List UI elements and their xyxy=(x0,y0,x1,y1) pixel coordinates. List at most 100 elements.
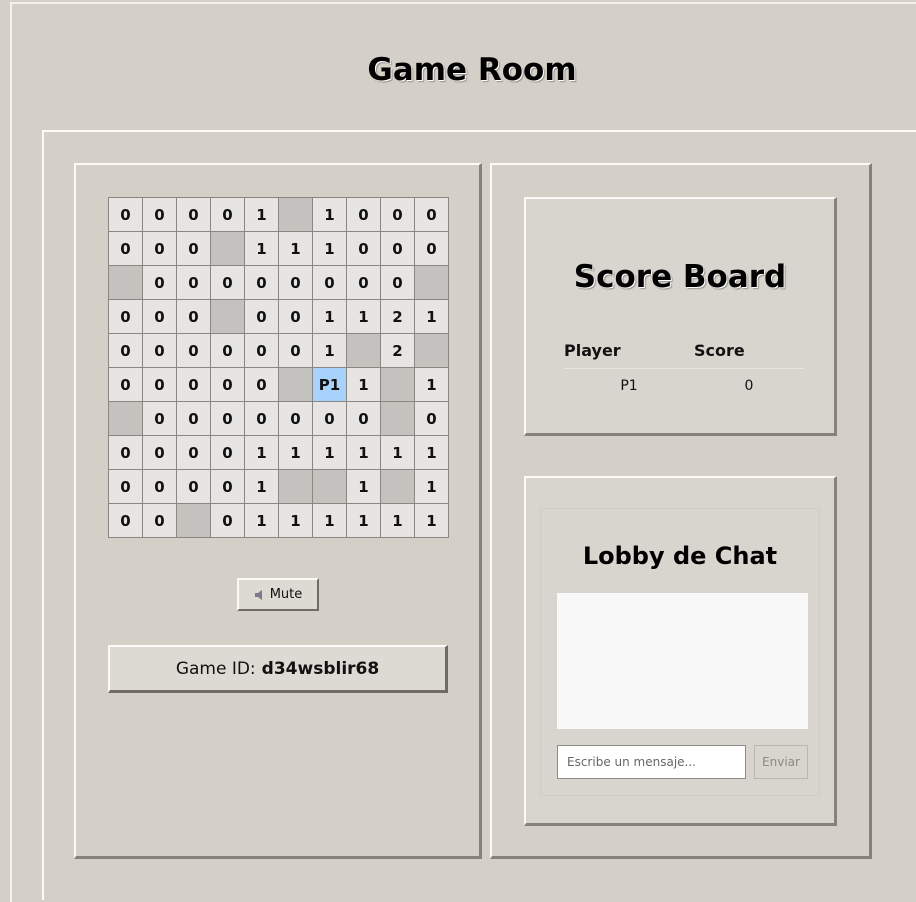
board-cell[interactable]: 0 xyxy=(177,470,211,504)
board-cell[interactable]: 1 xyxy=(381,436,415,470)
board-cell[interactable] xyxy=(347,334,381,368)
board-cell[interactable]: 0 xyxy=(143,334,177,368)
board-cell[interactable]: 0 xyxy=(279,334,313,368)
board-cell[interactable]: 1 xyxy=(279,232,313,266)
board-cell[interactable] xyxy=(279,198,313,232)
board-cell[interactable]: 0 xyxy=(143,232,177,266)
board-cell[interactable]: 0 xyxy=(143,436,177,470)
board-cell[interactable]: 0 xyxy=(415,402,449,436)
board-cell[interactable]: 1 xyxy=(415,504,449,538)
board-cell[interactable]: 0 xyxy=(177,300,211,334)
board-cell[interactable]: 0 xyxy=(211,402,245,436)
board-cell[interactable]: 0 xyxy=(245,334,279,368)
board-cell[interactable]: 0 xyxy=(143,504,177,538)
board-cell[interactable]: 2 xyxy=(381,300,415,334)
board-cell[interactable]: 0 xyxy=(143,470,177,504)
board-cell[interactable]: 1 xyxy=(245,198,279,232)
board-cell[interactable]: 0 xyxy=(143,402,177,436)
board-cell[interactable]: 0 xyxy=(109,368,143,402)
board-cell[interactable]: 0 xyxy=(109,232,143,266)
board-cell[interactable]: 0 xyxy=(279,300,313,334)
board-cell[interactable]: 1 xyxy=(245,232,279,266)
board-cell[interactable] xyxy=(415,334,449,368)
board-cell[interactable] xyxy=(313,470,347,504)
send-button[interactable]: Enviar xyxy=(754,745,808,779)
board-cell[interactable]: 0 xyxy=(245,402,279,436)
board-cell[interactable]: 0 xyxy=(211,198,245,232)
board-cell[interactable] xyxy=(211,300,245,334)
board-cell[interactable]: 1 xyxy=(313,504,347,538)
board-cell[interactable]: 0 xyxy=(347,266,381,300)
board-cell[interactable]: 1 xyxy=(313,300,347,334)
board-cell[interactable]: 0 xyxy=(245,300,279,334)
board-cell[interactable]: 0 xyxy=(109,198,143,232)
board-cell[interactable]: 0 xyxy=(177,334,211,368)
board-cell[interactable]: 0 xyxy=(313,266,347,300)
board-cell[interactable] xyxy=(381,368,415,402)
board-cell[interactable]: 0 xyxy=(143,266,177,300)
mute-button[interactable]: Mute xyxy=(237,578,319,611)
board-cell[interactable]: 0 xyxy=(347,198,381,232)
board-cell[interactable]: 1 xyxy=(313,436,347,470)
board-cell[interactable] xyxy=(211,232,245,266)
board-cell[interactable]: 0 xyxy=(381,232,415,266)
board-cell[interactable]: 1 xyxy=(245,436,279,470)
chat-message-input[interactable] xyxy=(557,745,746,779)
board-cell[interactable]: 0 xyxy=(177,198,211,232)
board-cell[interactable]: 1 xyxy=(347,504,381,538)
board-cell[interactable]: 0 xyxy=(211,266,245,300)
board-cell[interactable]: 0 xyxy=(109,436,143,470)
board-cell[interactable]: 1 xyxy=(415,436,449,470)
board-cell[interactable]: 1 xyxy=(347,368,381,402)
board-cell[interactable]: 0 xyxy=(211,368,245,402)
board-cell[interactable]: 0 xyxy=(245,266,279,300)
board-cell[interactable] xyxy=(177,504,211,538)
board-cell[interactable]: 0 xyxy=(415,232,449,266)
board-cell[interactable]: 1 xyxy=(313,198,347,232)
board-cell[interactable]: 1 xyxy=(245,504,279,538)
board-cell[interactable] xyxy=(279,368,313,402)
board-cell[interactable]: 0 xyxy=(109,470,143,504)
board-cell[interactable]: 0 xyxy=(177,266,211,300)
board-cell[interactable]: 0 xyxy=(109,300,143,334)
board-cell[interactable]: 1 xyxy=(381,504,415,538)
board-cell[interactable]: 1 xyxy=(347,470,381,504)
board-cell[interactable]: 0 xyxy=(143,300,177,334)
board-cell[interactable] xyxy=(279,470,313,504)
board-cell[interactable]: 1 xyxy=(245,470,279,504)
board-cell[interactable]: 0 xyxy=(347,402,381,436)
board-cell[interactable]: 0 xyxy=(211,504,245,538)
board-cell[interactable]: 1 xyxy=(279,504,313,538)
board-cell[interactable]: P1 xyxy=(313,368,347,402)
board-cell[interactable] xyxy=(381,470,415,504)
board-cell[interactable]: 0 xyxy=(109,504,143,538)
board-cell[interactable]: 1 xyxy=(415,470,449,504)
board-cell[interactable]: 0 xyxy=(415,198,449,232)
board-cell[interactable] xyxy=(109,402,143,436)
board-cell[interactable]: 0 xyxy=(177,436,211,470)
board-cell[interactable]: 1 xyxy=(347,436,381,470)
board-cell[interactable]: 0 xyxy=(313,402,347,436)
board-cell[interactable]: 1 xyxy=(415,300,449,334)
board-cell[interactable] xyxy=(415,266,449,300)
board-cell[interactable]: 0 xyxy=(109,334,143,368)
board-cell[interactable]: 0 xyxy=(211,334,245,368)
board-cell[interactable]: 0 xyxy=(177,368,211,402)
board-cell[interactable]: 0 xyxy=(245,368,279,402)
board-cell[interactable]: 1 xyxy=(347,300,381,334)
board-cell[interactable]: 0 xyxy=(177,232,211,266)
board-cell[interactable]: 1 xyxy=(313,232,347,266)
board-cell[interactable]: 1 xyxy=(415,368,449,402)
board-cell[interactable]: 0 xyxy=(211,436,245,470)
board-cell[interactable]: 1 xyxy=(313,334,347,368)
board-cell[interactable]: 0 xyxy=(279,402,313,436)
board-cell[interactable]: 0 xyxy=(211,470,245,504)
board-cell[interactable]: 2 xyxy=(381,334,415,368)
chat-messages[interactable] xyxy=(557,593,808,729)
board-cell[interactable]: 0 xyxy=(381,198,415,232)
board-cell[interactable]: 0 xyxy=(143,368,177,402)
board-cell[interactable]: 0 xyxy=(279,266,313,300)
board-cell[interactable]: 0 xyxy=(381,266,415,300)
board-cell[interactable]: 0 xyxy=(177,402,211,436)
board-cell[interactable] xyxy=(109,266,143,300)
